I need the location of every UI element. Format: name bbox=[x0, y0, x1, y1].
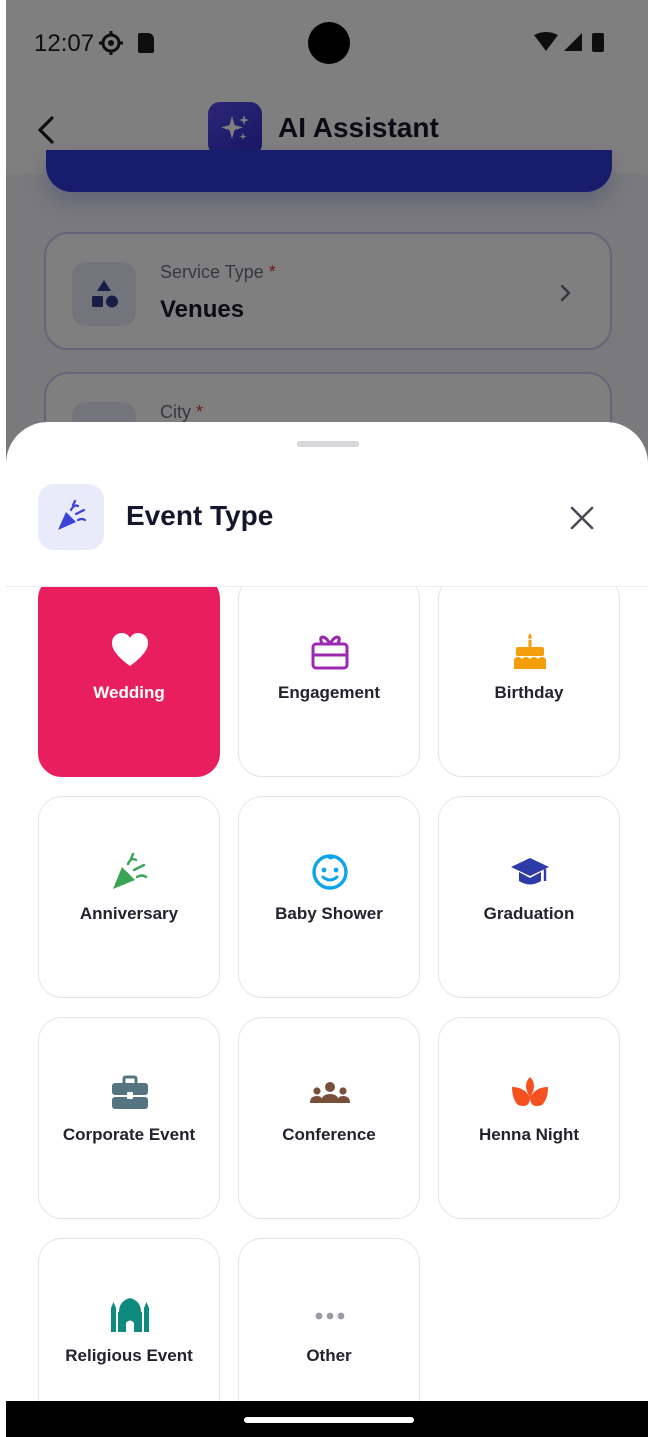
option-birthday[interactable]: Birthday bbox=[438, 587, 620, 777]
option-corporate-event[interactable]: Corporate Event bbox=[38, 1017, 220, 1219]
option-wedding[interactable]: Wedding bbox=[38, 587, 220, 777]
briefcase-icon bbox=[110, 1073, 150, 1113]
screen: 12:07 AI Assistant Service Type * V bbox=[6, 0, 648, 1437]
more-dots-icon bbox=[310, 1294, 350, 1334]
mosque-icon bbox=[110, 1294, 150, 1334]
option-other[interactable]: Other bbox=[238, 1238, 420, 1402]
option-religious-event[interactable]: Religious Event bbox=[38, 1238, 220, 1402]
option-anniversary[interactable]: Anniversary bbox=[38, 796, 220, 998]
party-popper-icon bbox=[110, 852, 150, 892]
home-gesture-handle[interactable] bbox=[244, 1417, 414, 1423]
option-label: Wedding bbox=[93, 683, 165, 702]
option-label: Anniversary bbox=[79, 904, 179, 923]
event-type-sheet: Event Type Wedding Engagement Birthday A… bbox=[6, 422, 648, 1437]
option-label: Corporate Event bbox=[62, 1125, 196, 1144]
birthday-cake-icon bbox=[510, 631, 550, 671]
system-nav-bar bbox=[6, 1401, 648, 1437]
sheet-title: Event Type bbox=[126, 500, 274, 531]
option-label: Birthday bbox=[494, 683, 564, 702]
option-conference[interactable]: Conference bbox=[238, 1017, 420, 1219]
option-label: Conference bbox=[282, 1125, 376, 1144]
close-icon bbox=[570, 506, 594, 530]
close-button[interactable] bbox=[566, 502, 598, 534]
people-group-icon bbox=[310, 1073, 350, 1113]
option-label: Other bbox=[306, 1346, 352, 1365]
option-henna-night[interactable]: Henna Night bbox=[438, 1017, 620, 1219]
lotus-icon bbox=[510, 1073, 550, 1113]
gift-icon bbox=[310, 631, 350, 671]
option-label: Henna Night bbox=[478, 1125, 580, 1144]
option-label: Baby Shower bbox=[275, 904, 383, 923]
baby-face-icon bbox=[310, 852, 350, 892]
sheet-drag-handle[interactable] bbox=[297, 441, 359, 447]
option-label: Engagement bbox=[277, 683, 381, 702]
option-baby-shower[interactable]: Baby Shower bbox=[238, 796, 420, 998]
option-graduation[interactable]: Graduation bbox=[438, 796, 620, 998]
option-engagement[interactable]: Engagement bbox=[238, 587, 420, 777]
event-type-grid: Wedding Engagement Birthday Anniversary bbox=[6, 587, 648, 1402]
option-label: Graduation bbox=[483, 904, 575, 923]
heart-icon bbox=[110, 631, 150, 671]
party-popper-icon bbox=[38, 484, 104, 550]
graduation-cap-icon bbox=[510, 852, 550, 892]
option-label: Religious Event bbox=[65, 1346, 193, 1365]
